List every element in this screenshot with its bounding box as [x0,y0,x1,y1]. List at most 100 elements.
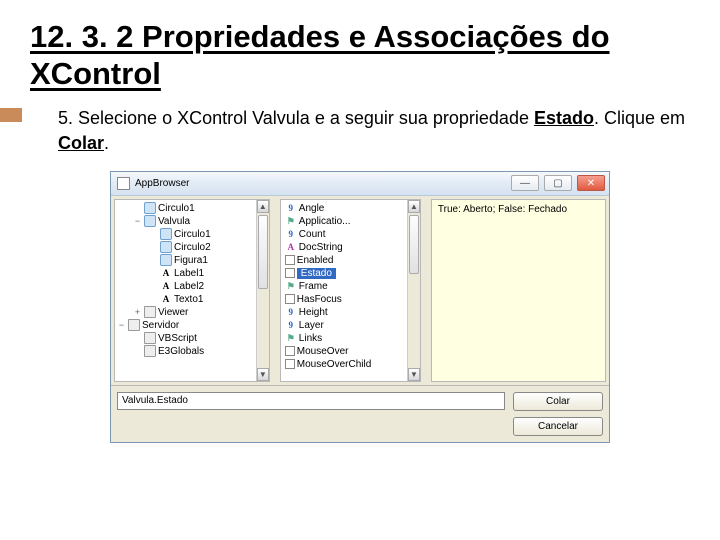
tree-item[interactable]: Figura1 [115,254,269,267]
scroll-down-icon[interactable]: ▼ [257,368,269,381]
property-item[interactable]: ⚑Frame [281,280,420,293]
property-item-label: DocString [299,242,343,253]
property-icon: ⚑ [285,280,297,292]
property-item-label: Layer [299,320,324,331]
tree-item-label: Circulo2 [174,242,211,253]
tree-item[interactable]: − Valvula [115,215,269,228]
property-item[interactable]: 9Layer [281,319,420,332]
property-item-label: Links [299,333,322,344]
property-item-label: Count [299,229,326,240]
scroll-thumb[interactable] [258,215,268,289]
property-item-label: Angle [299,203,325,214]
property-item[interactable]: HasFocus [281,293,420,306]
property-item-label: Applicatio... [299,216,351,227]
text-a-icon: A [160,293,172,305]
boolean-icon [285,268,295,278]
property-list-pane[interactable]: 9Angle⚑Applicatio...9CountADocStringEnab… [280,199,421,382]
tree-item-label: Label1 [174,268,204,279]
slide-heading: 12. 3. 2 Propriedades e Associações do X… [30,18,690,92]
instruction-text: 5. Selecione o XControl Valvula e a segu… [58,106,690,155]
minimize-button[interactable]: — [511,175,539,191]
tree-item-label: Viewer [158,307,188,318]
component-icon [144,332,156,344]
path-input[interactable]: Valvula.Estado [117,392,505,410]
boolean-icon [285,255,295,265]
tree-twisty-icon[interactable]: − [133,216,142,226]
splitter-right[interactable] [424,196,428,385]
appbrowser-window: AppBrowser — ▢ ✕ Circulo1 − Valvula Circulo… [110,171,610,443]
object-icon [160,228,172,240]
tree-twisty-icon[interactable]: + [133,307,142,317]
scroll-up-icon[interactable]: ▲ [257,200,269,213]
property-item[interactable]: ⚑Applicatio... [281,215,420,228]
tree-item[interactable]: Circulo1 [115,202,269,215]
tree-item-label: E3Globals [158,346,204,357]
object-icon [144,215,156,227]
property-item[interactable]: ADocString [281,241,420,254]
boolean-icon [285,346,295,356]
property-item-label: HasFocus [297,294,342,305]
object-icon [160,241,172,253]
object-tree-pane[interactable]: Circulo1−ValvulaCirculo1Circulo2Figura1A… [114,199,270,382]
property-icon: ⚑ [285,332,297,344]
property-item-label: Estado [297,268,336,279]
paste-button[interactable]: Colar [513,392,603,411]
props-scrollbar[interactable]: ▲ ▼ [407,200,420,381]
tree-item[interactable]: − Servidor [115,319,269,332]
tree-twisty-icon[interactable]: − [117,320,126,330]
tree-item-label: Label2 [174,281,204,292]
number-icon: 9 [285,306,297,318]
maximize-button[interactable]: ▢ [544,175,572,191]
property-item[interactable]: MouseOver [281,345,420,358]
string-icon: A [285,241,297,253]
splitter-left[interactable] [273,196,277,385]
window-title: AppBrowser [135,178,506,189]
tree-item[interactable]: + Viewer [115,306,269,319]
object-icon [160,254,172,266]
close-button[interactable]: ✕ [577,175,605,191]
property-item-label: Frame [299,281,328,292]
number-icon: 9 [285,228,297,240]
tree-item[interactable]: E3Globals [115,345,269,358]
property-item-label: MouseOver [297,346,349,357]
scroll-thumb[interactable] [409,215,419,274]
tree-item-label: VBScript [158,333,197,344]
tree-item-label: Circulo1 [158,203,195,214]
property-item[interactable]: 9Height [281,306,420,319]
cancel-button[interactable]: Cancelar [513,417,603,436]
tree-item-label: Texto1 [174,294,203,305]
property-item[interactable]: 9Count [281,228,420,241]
property-item[interactable]: Enabled [281,254,420,267]
component-icon [144,306,156,318]
property-item-label: MouseOverChild [297,359,371,370]
help-text: True: Aberto; False: Fechado [438,204,567,215]
scroll-down-icon[interactable]: ▼ [408,368,420,381]
component-icon [144,345,156,357]
tree-item[interactable]: ALabel1 [115,267,269,280]
tree-item[interactable]: Circulo1 [115,228,269,241]
tree-item-label: Servidor [142,320,179,331]
scroll-up-icon[interactable]: ▲ [408,200,420,213]
tree-item[interactable]: ATexto1 [115,293,269,306]
tree-item[interactable]: VBScript [115,332,269,345]
tree-item-label: Valvula [158,216,190,227]
help-pane: True: Aberto; False: Fechado [431,199,606,382]
app-icon [117,177,130,190]
property-item[interactable]: 9Angle [281,202,420,215]
window-titlebar[interactable]: AppBrowser — ▢ ✕ [111,172,609,196]
boolean-icon [285,359,295,369]
boolean-icon [285,294,295,304]
text-a-icon: A [160,267,172,279]
tree-item[interactable]: ALabel2 [115,280,269,293]
property-item[interactable]: Estado [281,267,420,280]
tree-item-label: Circulo1 [174,229,211,240]
property-item[interactable]: MouseOverChild [281,358,420,371]
tree-scrollbar[interactable]: ▲ ▼ [256,200,269,381]
tree-item-label: Figura1 [174,255,208,266]
number-icon: 9 [285,202,297,214]
property-icon: ⚑ [285,215,297,227]
text-a-icon: A [160,280,172,292]
property-item[interactable]: ⚑Links [281,332,420,345]
object-icon [144,202,156,214]
tree-item[interactable]: Circulo2 [115,241,269,254]
